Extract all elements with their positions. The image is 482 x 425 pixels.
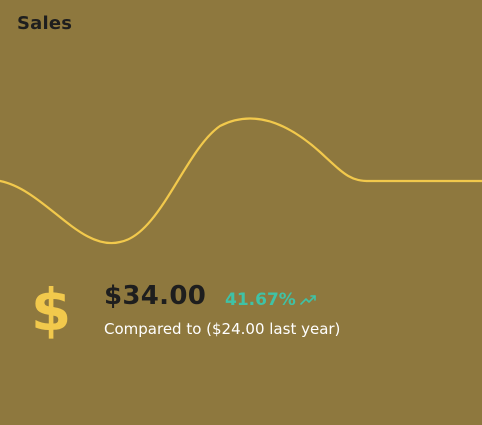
sales-card: Sales $ $34.00 41.67% Compared to ($24.0… (0, 0, 482, 425)
sales-amount: $34.00 (104, 281, 207, 311)
svg-text:$: $ (31, 280, 71, 340)
trending-up-icon (300, 295, 316, 305)
change-indicator: 41.67% (225, 290, 316, 310)
dollar-sign-icon: $ (31, 280, 71, 340)
change-percent: 41.67% (225, 290, 296, 310)
sparkline-line (0, 117, 482, 245)
comparison-text: Compared to ($24.00 last year) (104, 320, 341, 338)
sales-sparkline (0, 117, 482, 245)
